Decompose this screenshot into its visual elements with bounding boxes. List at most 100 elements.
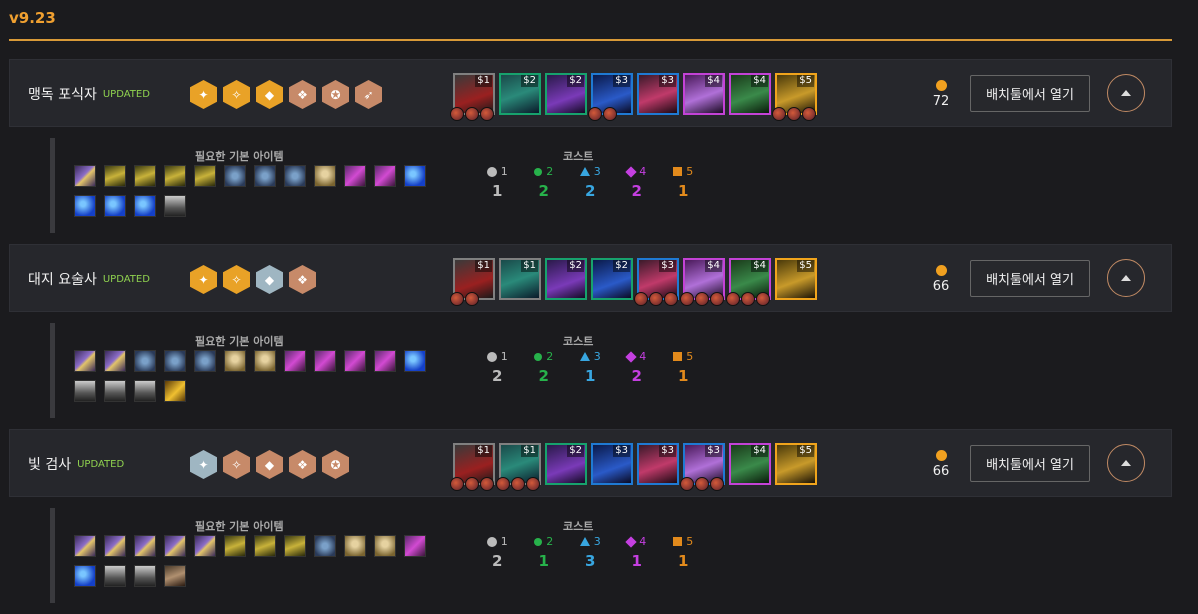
- sword-item-icon[interactable]: [104, 535, 126, 557]
- bow-item-icon[interactable]: [134, 165, 156, 187]
- cloak-item-icon[interactable]: [374, 535, 396, 557]
- trait-icon[interactable]: ❖: [289, 80, 316, 109]
- vest-item-icon[interactable]: [134, 350, 156, 372]
- rod-item-icon[interactable]: [404, 535, 426, 557]
- trait-icon[interactable]: ✦: [190, 450, 217, 479]
- tear-item-icon[interactable]: [404, 350, 426, 372]
- trait-icon[interactable]: ✧: [223, 450, 250, 479]
- champion-portrait[interactable]: $2: [545, 443, 587, 485]
- trait-icon[interactable]: ➶: [355, 80, 382, 109]
- sword-item-icon[interactable]: [104, 350, 126, 372]
- sword-item-icon[interactable]: [134, 535, 156, 557]
- tear-item-icon[interactable]: [74, 195, 96, 217]
- bow-item-icon[interactable]: [224, 535, 246, 557]
- trait-icon[interactable]: ◆: [256, 450, 283, 479]
- champion-portrait[interactable]: $1: [450, 73, 495, 121]
- collapse-button[interactable]: [1107, 259, 1145, 297]
- tear-item-icon[interactable]: [404, 165, 426, 187]
- belt-item-icon[interactable]: [134, 380, 156, 402]
- cloak-item-icon[interactable]: [254, 350, 276, 372]
- comp-row[interactable]: 맹독 포식자 UPDATED ✦ ✧ ◆ ❖ ✪ ➶ $1 $2 $2 $3 $3 $4 $4 $5 72 배치툴…: [9, 59, 1172, 127]
- champion-portrait[interactable]: $2: [545, 73, 587, 115]
- vest-item-icon[interactable]: [164, 350, 186, 372]
- champion-portrait[interactable]: $5: [775, 443, 817, 485]
- belt-item-icon[interactable]: [104, 380, 126, 402]
- champion-portrait[interactable]: $3: [588, 73, 633, 121]
- champion-portrait[interactable]: $1: [499, 258, 541, 300]
- rod-item-icon[interactable]: [344, 350, 366, 372]
- trait-icon[interactable]: ❖: [289, 265, 316, 294]
- champion-portrait[interactable]: $4: [683, 73, 725, 115]
- trait-icon[interactable]: ✧: [223, 265, 250, 294]
- tear-item-icon[interactable]: [74, 565, 96, 587]
- rod-item-icon[interactable]: [344, 165, 366, 187]
- bow-item-icon[interactable]: [254, 535, 276, 557]
- open-in-builder-button[interactable]: 배치툴에서 열기: [970, 445, 1090, 482]
- spat-item-icon[interactable]: [164, 380, 186, 402]
- open-in-builder-button[interactable]: 배치툴에서 열기: [970, 260, 1090, 297]
- trait-icon[interactable]: ✪: [322, 80, 349, 109]
- collapse-button[interactable]: [1107, 74, 1145, 112]
- bow-item-icon[interactable]: [194, 165, 216, 187]
- champion-portrait[interactable]: $4: [726, 258, 771, 306]
- champion-portrait[interactable]: $4: [729, 73, 771, 115]
- trait-icon[interactable]: ✦: [190, 265, 217, 294]
- vest-item-icon[interactable]: [194, 350, 216, 372]
- champion-portrait[interactable]: $1: [450, 258, 495, 306]
- rod-item-icon[interactable]: [374, 165, 396, 187]
- tear-item-icon[interactable]: [134, 195, 156, 217]
- trait-icon[interactable]: ◆: [256, 80, 283, 109]
- tear-item-icon[interactable]: [104, 195, 126, 217]
- cloak-item-icon[interactable]: [314, 165, 336, 187]
- collapse-button[interactable]: [1107, 444, 1145, 482]
- sword-item-icon[interactable]: [74, 165, 96, 187]
- open-in-builder-button[interactable]: 배치툴에서 열기: [970, 75, 1090, 112]
- champion-portrait[interactable]: $3: [680, 443, 725, 491]
- champion-portrait[interactable]: $3: [591, 443, 633, 485]
- trait-icon[interactable]: ✦: [190, 80, 217, 109]
- champion-portrait[interactable]: $2: [545, 258, 587, 300]
- cloak-item-icon[interactable]: [344, 535, 366, 557]
- belt-item-icon[interactable]: [104, 565, 126, 587]
- sword-item-icon[interactable]: [194, 535, 216, 557]
- champion-portrait[interactable]: $3: [637, 73, 679, 115]
- champion-portrait[interactable]: $4: [729, 443, 771, 485]
- champion-portrait[interactable]: $5: [775, 258, 817, 300]
- sword-item-icon[interactable]: [164, 535, 186, 557]
- bow-item-icon[interactable]: [164, 165, 186, 187]
- sword-item-icon[interactable]: [74, 350, 96, 372]
- belt-item-icon[interactable]: [74, 380, 96, 402]
- trait-icon[interactable]: ✪: [322, 450, 349, 479]
- vest-item-icon[interactable]: [314, 535, 336, 557]
- champion-portrait[interactable]: $5: [772, 73, 817, 121]
- rod-item-icon[interactable]: [314, 350, 336, 372]
- cloak-item-icon[interactable]: [224, 350, 246, 372]
- belt-item-icon[interactable]: [134, 565, 156, 587]
- trait-icon[interactable]: ◆: [256, 265, 283, 294]
- champion-cost: $4: [751, 445, 768, 457]
- glove-item-icon[interactable]: [164, 565, 186, 587]
- trait-icon[interactable]: ❖: [289, 450, 316, 479]
- comp-row[interactable]: 빛 검사 UPDATED ✦ ✧ ◆ ❖ ✪ $1 $1 $2 $3 $3 $3 $4 $5 66 배치툴에서 …: [9, 429, 1172, 497]
- green-tier-icon: [534, 167, 543, 176]
- comp-title: 맹독 포식자 UPDATED: [28, 60, 150, 128]
- champion-portrait[interactable]: $1: [450, 443, 495, 491]
- bow-item-icon[interactable]: [104, 165, 126, 187]
- sword-item-icon[interactable]: [74, 535, 96, 557]
- rod-item-icon[interactable]: [284, 350, 306, 372]
- champion-portrait[interactable]: $1: [496, 443, 541, 491]
- champion-portrait[interactable]: $2: [499, 73, 541, 115]
- comp-row[interactable]: 대지 요술사 UPDATED ✦ ✧ ◆ ❖ $1 $1 $2 $2 $3 $4 $4 $5 66 배치툴에서…: [9, 244, 1172, 312]
- trait-icon[interactable]: ✧: [223, 80, 250, 109]
- detail-indent-bar: [50, 138, 55, 233]
- bow-item-icon[interactable]: [284, 535, 306, 557]
- belt-item-icon[interactable]: [164, 195, 186, 217]
- vest-item-icon[interactable]: [284, 165, 306, 187]
- champion-portrait[interactable]: $3: [637, 443, 679, 485]
- champion-portrait[interactable]: $2: [591, 258, 633, 300]
- vest-item-icon[interactable]: [254, 165, 276, 187]
- rod-item-icon[interactable]: [374, 350, 396, 372]
- champion-portrait[interactable]: $4: [680, 258, 725, 306]
- vest-item-icon[interactable]: [224, 165, 246, 187]
- champion-portrait[interactable]: $3: [634, 258, 679, 306]
